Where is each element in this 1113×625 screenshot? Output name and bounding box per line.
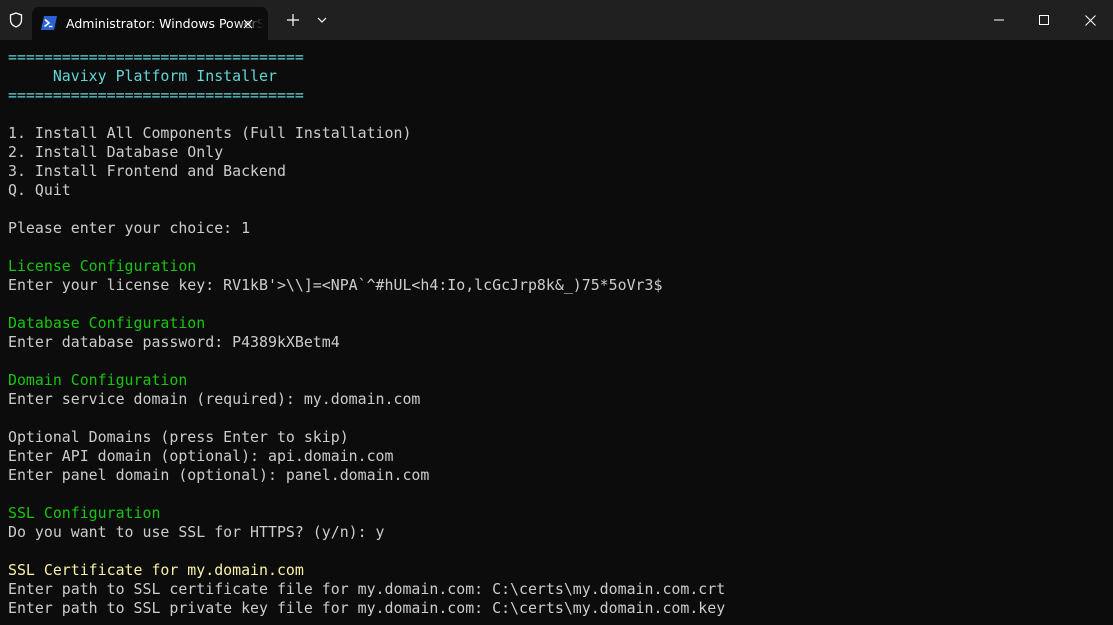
terminal-line: Database Configuration (8, 314, 206, 332)
terminal-line: 3. Install Frontend and Backend (8, 162, 286, 180)
title-bar: Administrator: Windows PowerShell (0, 0, 1113, 40)
terminal-line: Domain Configuration (8, 371, 188, 389)
terminal-line: ================================= (8, 48, 304, 66)
tab-title: Administrator: Windows PowerShell (66, 16, 264, 31)
terminal-line: Enter API domain (optional): api.domain.… (8, 447, 394, 465)
terminal-line: Enter panel domain (optional): panel.dom… (8, 466, 430, 484)
terminal-window: Administrator: Windows PowerShell (0, 0, 1113, 625)
terminal-line: Please enter your choice: 1 (8, 219, 251, 237)
minimize-icon[interactable] (976, 0, 1022, 40)
terminal-line: Enter your license key: RV1kB'>\\]=<NPA`… (8, 276, 663, 294)
tab-powershell[interactable]: Administrator: Windows PowerShell (32, 7, 268, 40)
terminal-line: Enter service domain (required): my.doma… (8, 390, 421, 408)
terminal-line: Enter path to SSL certificate file for m… (8, 580, 726, 598)
shield-icon (0, 0, 32, 40)
terminal-line: 2. Install Database Only (8, 143, 224, 161)
terminal-line: 1. Install All Components (Full Installa… (8, 124, 412, 142)
terminal-line: Q. Quit (8, 181, 71, 199)
close-window-icon[interactable] (1067, 0, 1113, 40)
terminal-line: Enter path to SSL private key file for m… (8, 599, 726, 617)
terminal-line: SSL Certificate for my.domain.com (8, 561, 304, 579)
terminal-line: Do you want to use SSL for HTTPS? (y/n):… (8, 523, 385, 541)
powershell-icon (41, 16, 57, 30)
terminal-line: Optional Domains (press Enter to skip) (8, 428, 349, 446)
terminal-line: License Configuration (8, 257, 197, 275)
terminal-line: SSL Configuration (8, 504, 161, 522)
close-tab-icon[interactable] (237, 13, 259, 35)
terminal-line: Navixy Platform Installer (8, 67, 277, 85)
terminal-output[interactable]: ================================= Navixy… (8, 48, 1108, 618)
chevron-down-icon[interactable] (310, 0, 334, 40)
terminal-line: Enter database password: P4389kXBetm4 (8, 333, 340, 351)
new-tab-plus-icon[interactable] (280, 0, 306, 40)
terminal-line: ================================= (8, 86, 304, 104)
maximize-icon[interactable] (1021, 0, 1067, 40)
